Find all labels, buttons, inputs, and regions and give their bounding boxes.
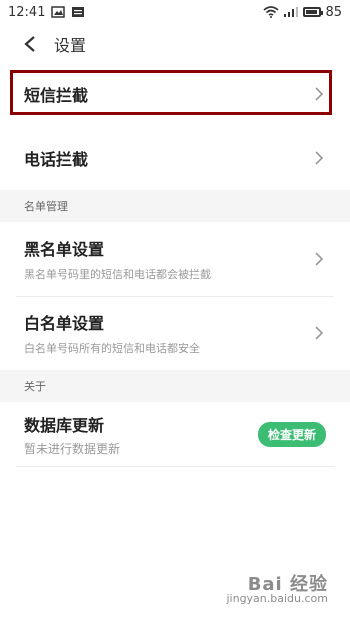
check-update-button[interactable]: 检查更新 [257,421,326,447]
database-row: 数据库更新 暂未进行数据更新 检查更新 [0,402,350,466]
section-list-management-label: 名单管理 [24,200,68,213]
whitelist-texts: 白名单设置 白名单号码所有的短信和电话都安全 [24,310,200,356]
chevron-right-icon [312,252,326,266]
status-time: 12:41 [8,4,46,20]
page-title: 设置 [54,36,87,55]
status-left: 12:41 [8,5,85,20]
call-block-label: 电话拦截 [24,150,89,169]
chevron-right-icon [312,87,326,101]
watermark: Bai 经验 jingyan.baidu.com [226,574,328,606]
sms-block-row[interactable]: 短信拦截 [0,72,350,116]
blacklist-subtitle: 黑名单号码里的短信和电话都会被拦截 [24,268,211,281]
database-subtitle: 暂未进行数据更新 [24,441,121,456]
chevron-right-icon [312,326,326,340]
database-texts: 数据库更新 暂未进行数据更新 [24,412,120,457]
section-about: 关于 [0,370,350,402]
blacklist-label: 黑名单设置 [24,240,105,259]
section-list-management: 名单管理 [0,190,350,222]
sms-block-label: 短信拦截 [24,86,89,105]
watermark-url: jingyan.baidu.com [226,592,328,605]
divider [16,466,334,467]
call-block-texts: 电话拦截 [24,146,88,170]
call-block-row[interactable]: 电话拦截 [0,130,350,186]
screen: 12:41 85 设置 短信拦截 电话拦截 名单管理 黑名单设置 黑名单号码里的… [0,0,350,622]
whitelist-label: 白名单设置 [24,314,105,333]
signal-icon [283,6,299,18]
status-bar: 12:41 85 [0,0,350,24]
sms-block-texts: 短信拦截 [24,82,88,106]
watermark-brand: Bai 经验 [247,574,328,595]
status-right: 85 [263,5,342,20]
blacklist-texts: 黑名单设置 黑名单号码里的短信和电话都会被拦截 [24,236,211,282]
database-label: 数据库更新 [24,415,105,435]
chevron-right-icon [312,151,326,165]
back-button[interactable] [18,32,42,56]
section-about-label: 关于 [24,380,46,393]
blacklist-row[interactable]: 黑名单设置 黑名单号码里的短信和电话都会被拦截 [0,222,350,296]
gallery-icon [51,6,66,18]
battery: 85 [303,5,342,20]
wifi-icon [263,6,279,18]
header: 设置 [0,24,350,64]
whitelist-subtitle: 白名单号码所有的短信和电话都安全 [24,342,200,355]
whitelist-row[interactable]: 白名单设置 白名单号码所有的短信和电话都安全 [0,297,350,369]
battery-level: 85 [325,4,342,20]
battery-icon [303,7,324,17]
message-icon [71,6,85,18]
chevron-left-icon [24,36,35,52]
